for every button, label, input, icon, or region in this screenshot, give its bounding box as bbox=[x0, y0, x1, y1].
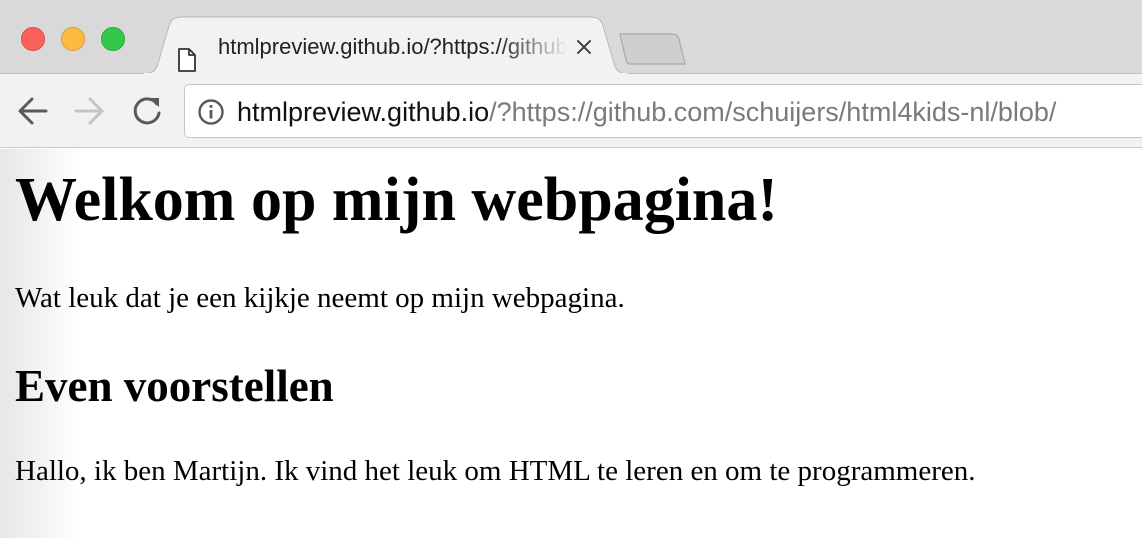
browser-toolbar: htmlpreview.github.io/?https://github.co… bbox=[0, 74, 1142, 148]
arrow-right-icon[interactable] bbox=[72, 94, 106, 128]
tab-title: htmlpreview.github.io/?https://github.co… bbox=[218, 34, 568, 59]
url-text[interactable]: htmlpreview.github.io/?https://github.co… bbox=[237, 96, 1056, 128]
new-tab-button[interactable] bbox=[618, 32, 688, 66]
window-maximize-button[interactable] bbox=[101, 27, 125, 51]
title-bar: htmlpreview.github.io/?https://github.co… bbox=[0, 0, 1142, 74]
arrow-left-icon[interactable] bbox=[16, 94, 50, 128]
active-tab[interactable]: htmlpreview.github.io/?https://github.co… bbox=[143, 16, 629, 74]
window-minimize-button[interactable] bbox=[61, 27, 85, 51]
about-paragraph: Hallo, ik ben Martijn. Ik vind het leuk … bbox=[15, 455, 976, 487]
reload-icon[interactable] bbox=[130, 94, 164, 128]
section-heading: Even voorstellen bbox=[15, 361, 334, 411]
page-content: Welkom op mijn webpagina! Wat leuk dat j… bbox=[0, 149, 1142, 538]
close-icon[interactable] bbox=[573, 36, 595, 58]
info-icon[interactable] bbox=[197, 98, 225, 126]
window-close-button[interactable] bbox=[21, 27, 45, 51]
address-bar[interactable]: htmlpreview.github.io/?https://github.co… bbox=[184, 84, 1142, 138]
intro-paragraph: Wat leuk dat je een kijkje neemt op mijn… bbox=[15, 282, 625, 314]
url-host: htmlpreview.github.io bbox=[237, 97, 490, 127]
url-path: /?https://github.com/schuijers/html4kids… bbox=[489, 97, 1057, 127]
page-heading: Welkom op mijn webpagina! bbox=[15, 166, 779, 234]
document-icon bbox=[178, 48, 196, 72]
